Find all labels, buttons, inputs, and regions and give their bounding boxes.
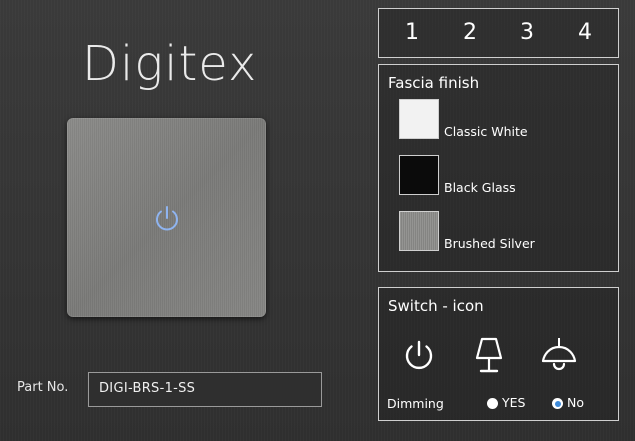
brand-logo: Digitex <box>82 36 258 92</box>
dimming-label: Dimming <box>387 396 444 411</box>
table-lamp-icon[interactable] <box>469 334 509 378</box>
switch-icon-title: Switch - icon <box>388 297 484 315</box>
dimming-yes-label[interactable]: YES <box>502 395 525 410</box>
switch-plate-preview <box>67 118 266 317</box>
gang-tabs: 1 2 3 4 <box>378 8 619 58</box>
brushed-silver-swatch[interactable] <box>399 211 439 251</box>
black-glass-swatch[interactable] <box>399 155 439 195</box>
classic-white-swatch[interactable] <box>399 99 439 139</box>
fascia-finish-title: Fascia finish <box>388 74 480 92</box>
part-number-label: Part No. <box>17 380 69 395</box>
fascia-finish-panel: Fascia finish Classic White Black Glass … <box>378 64 619 272</box>
power-icon <box>156 206 178 231</box>
dimming-no-radio[interactable] <box>552 398 563 409</box>
dimming-no-label[interactable]: No <box>567 395 584 410</box>
brushed-silver-label[interactable]: Brushed Silver <box>444 236 535 251</box>
tab-4[interactable]: 4 <box>565 17 605 49</box>
tab-2[interactable]: 2 <box>450 17 490 49</box>
switch-icon-panel: Switch - icon Dimming YES No <box>378 287 619 421</box>
power-icon[interactable] <box>399 334 439 378</box>
tab-1[interactable]: 1 <box>392 17 432 49</box>
tab-3[interactable]: 3 <box>507 17 547 49</box>
pendant-lamp-icon[interactable] <box>539 334 579 378</box>
dimming-yes-radio[interactable] <box>487 398 498 409</box>
classic-white-label[interactable]: Classic White <box>444 124 528 139</box>
black-glass-label[interactable]: Black Glass <box>444 180 516 195</box>
part-number-field[interactable]: DIGI-BRS-1-SS <box>88 372 322 407</box>
